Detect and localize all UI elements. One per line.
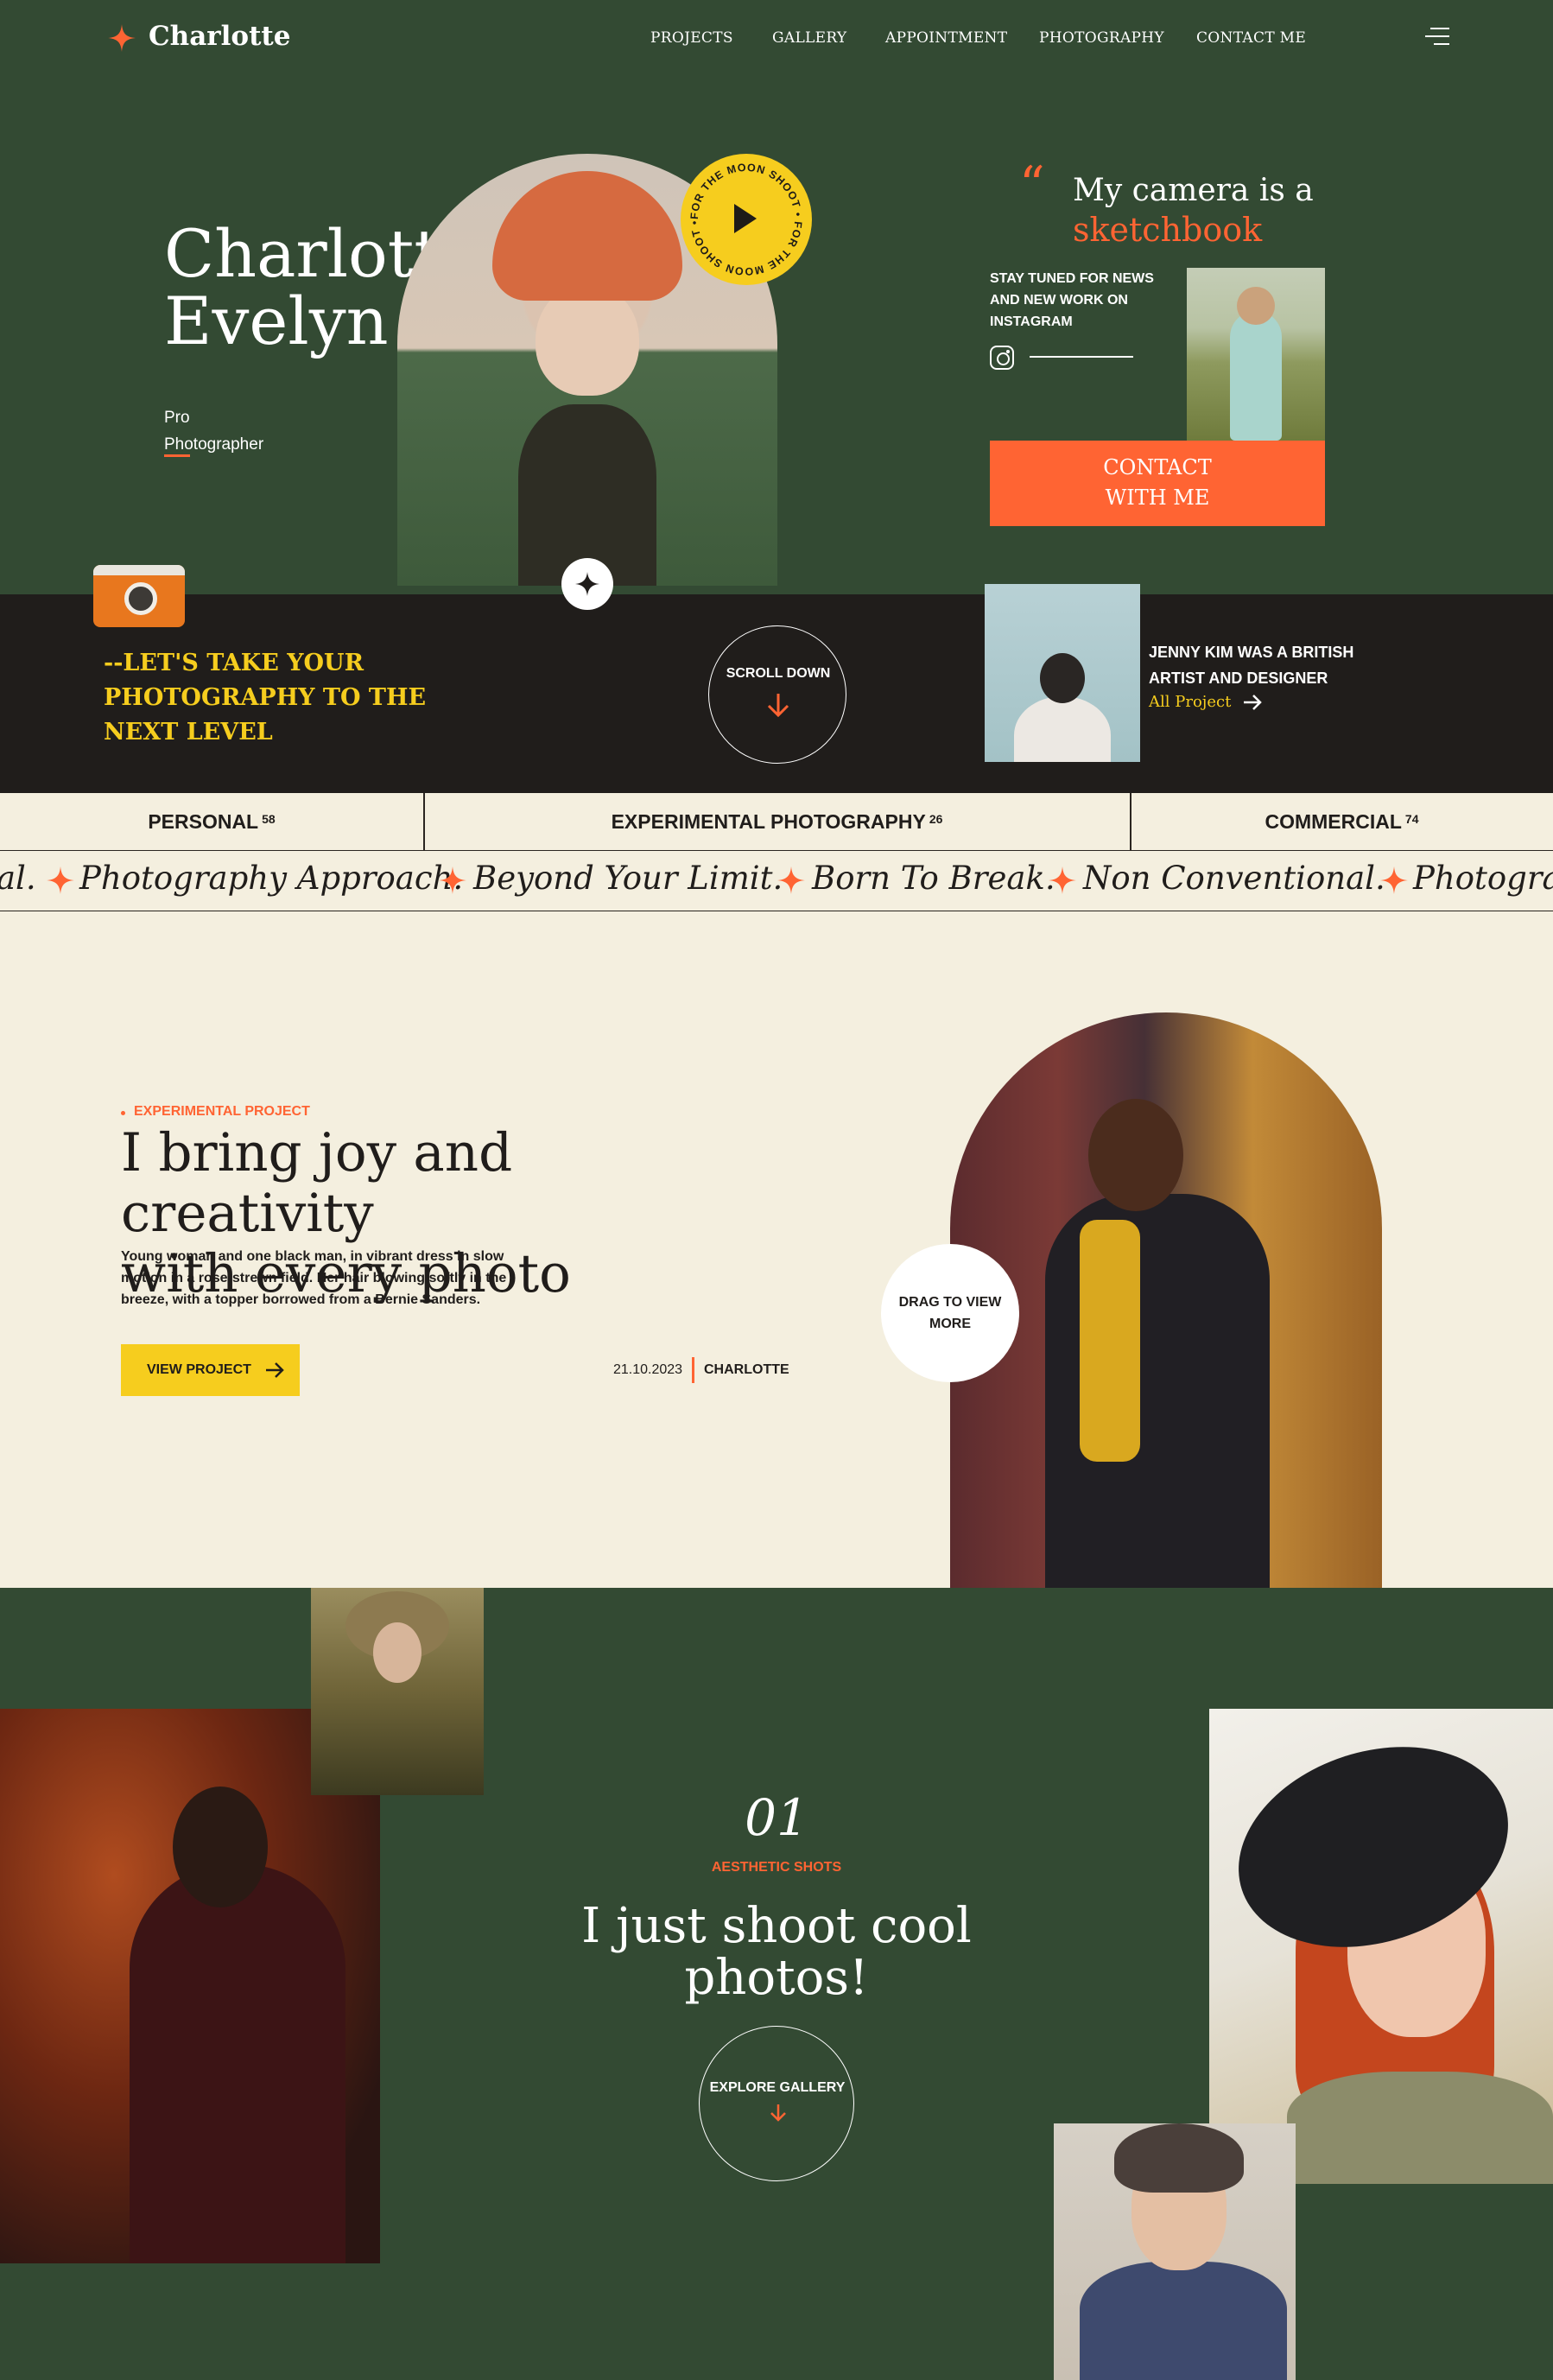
photo-dress-shape (1230, 311, 1282, 441)
photo-sweater-shape (1014, 696, 1111, 762)
meta-divider (692, 1357, 694, 1383)
category-label: EXPERIMENTAL PHOTOGRAPHY (611, 810, 926, 833)
label-dot (121, 1111, 125, 1115)
gallery-title: I just shoot cool photos! (581, 1898, 972, 2006)
hero-role-line1: Pro (164, 409, 190, 427)
marquee-item: Photography Approach. (79, 860, 464, 897)
photo-hair-shape (1114, 2123, 1244, 2193)
sparkle-icon (47, 866, 74, 894)
sparkle-icon (1049, 866, 1076, 894)
jenny-kim-photo (985, 584, 1140, 762)
category-strip: PERSONAL 58 EXPERIMENTAL PHOTOGRAPHY 26 CO… (0, 793, 1553, 851)
all-project-link[interactable]: All Project (1149, 693, 1262, 711)
camera-lens-shape (124, 582, 157, 615)
quote-mark-icon: “ (1019, 155, 1045, 214)
project-title-line1: I bring joy and creativity (121, 1122, 513, 1244)
sparkle-icon (1380, 866, 1408, 894)
category-experimental[interactable]: EXPERIMENTAL PHOTOGRAPHY 26 (424, 793, 1130, 851)
marquee-item: al. (0, 860, 36, 897)
quote-line1: My camera is a (1073, 173, 1314, 208)
view-project-button[interactable]: VIEW PROJECT (121, 1344, 300, 1396)
photo-face-shape (373, 1622, 422, 1683)
photo-coat-shape (1287, 2072, 1553, 2184)
view-project-label: VIEW PROJECT (147, 1362, 251, 1377)
brand-logo[interactable]: Charlotte (149, 21, 290, 52)
instagram-icon[interactable] (990, 346, 1014, 370)
project-category-label: EXPERIMENTAL PROJECT (134, 1104, 310, 1119)
camera-icon (93, 565, 185, 627)
nav-gallery[interactable]: GALLERY (772, 29, 846, 47)
marquee-item: Non Conventional. (1083, 860, 1385, 897)
arrow-down-icon (767, 694, 789, 718)
all-project-label: All Project (1149, 693, 1232, 711)
nav-appointment[interactable]: APPOINTMENT (885, 29, 1007, 47)
category-personal[interactable]: PERSONAL 58 (0, 793, 423, 851)
sparkle-icon (575, 572, 599, 596)
category-commercial[interactable]: COMMERCIAL 74 (1131, 793, 1553, 851)
marquee-item: Beyond Your Limit. (473, 860, 783, 897)
project-date: 21.10.2023 (613, 1362, 683, 1377)
photo-head-shape (1088, 1099, 1183, 1211)
scroll-down-button[interactable]: SCROLL DOWN (708, 625, 846, 764)
field-portrait-photo (1187, 268, 1325, 441)
photo-head-shape (1040, 653, 1085, 703)
gallery-photo-straw-hat (311, 1588, 484, 1795)
explore-gallery-label: EXPLORE GALLERY (709, 2080, 846, 2095)
tagline-text: --LET'S TAKE YOUR PHOTOGRAPHY TO THE NEX… (104, 650, 427, 746)
arrow-right-icon (265, 1362, 284, 1378)
play-video-badge[interactable]: FOR THE MOON SHOOT • FOR THE MOON SHOOT … (681, 154, 812, 285)
arrow-right-icon (1244, 695, 1262, 710)
role-underline (164, 454, 190, 457)
project-description: Young woman and one black man, in vibran… (121, 1249, 507, 1307)
sparkle-icon (439, 866, 466, 894)
instagram-divider-line (1030, 356, 1133, 358)
photo-jacket-shape (1045, 1194, 1270, 1588)
category-label: COMMERCIAL (1265, 810, 1402, 833)
gallery-index-number: 01 (745, 1788, 808, 1847)
marquee-item: Photogra (1413, 860, 1553, 897)
nav-projects[interactable]: PROJECTS (650, 29, 733, 47)
hamburger-menu-icon[interactable] (1425, 28, 1449, 47)
play-icon[interactable] (734, 204, 757, 233)
contact-label-line1: CONTACT (1103, 455, 1212, 479)
nav-photography[interactable]: PHOTOGRAPHY (1039, 29, 1164, 47)
category-count: 58 (262, 811, 276, 826)
category-count: 74 (1404, 811, 1419, 826)
jenny-kim-caption: JENNY KIM WAS A BRITISH ARTIST AND DESIG… (1149, 644, 1354, 687)
sparkle-icon (108, 24, 136, 52)
camera-top-shape (93, 565, 185, 575)
project-author: CHARLOTTE (704, 1362, 789, 1377)
category-label: PERSONAL (148, 810, 259, 833)
sparkle-circle-icon (561, 558, 613, 610)
photo-shirt-shape (1080, 2262, 1287, 2380)
category-count: 26 (929, 811, 943, 826)
photo-hat-shape (492, 171, 682, 301)
contact-label-line2: WITH ME (1105, 486, 1210, 510)
scroll-down-label: SCROLL DOWN (726, 666, 831, 681)
quote-line2: sketchbook (1073, 211, 1263, 249)
sparkle-icon (777, 866, 805, 894)
gallery-photo-redhead (1209, 1709, 1553, 2184)
photo-body-shape (130, 1864, 345, 2263)
hero-role: Pro Photographer (164, 404, 320, 458)
arrow-down-icon (770, 2104, 786, 2122)
gallery-label: AESTHETIC SHOTS (711, 1860, 842, 1875)
gallery-photo-young-man (1054, 2123, 1296, 2380)
stay-tuned-text: STAY TUNED FOR NEWS AND NEW WORK ON INST… (990, 271, 1154, 329)
marquee-item: Born To Break. (812, 860, 1055, 897)
marquee-strip: al. Photography Approach. Beyond Your Li… (0, 851, 1553, 911)
contact-with-me-button[interactable]: CONTACT WITH ME (990, 441, 1325, 526)
photo-jacket-lining-shape (1080, 1220, 1140, 1462)
explore-gallery-button[interactable]: EXPLORE GALLERY (699, 2026, 854, 2181)
drag-to-view-more-handle[interactable]: DRAG TO VIEW MORE (881, 1244, 1019, 1382)
nav-contact-me[interactable]: CONTACT ME (1196, 29, 1306, 47)
photo-head-shape (1237, 287, 1275, 325)
